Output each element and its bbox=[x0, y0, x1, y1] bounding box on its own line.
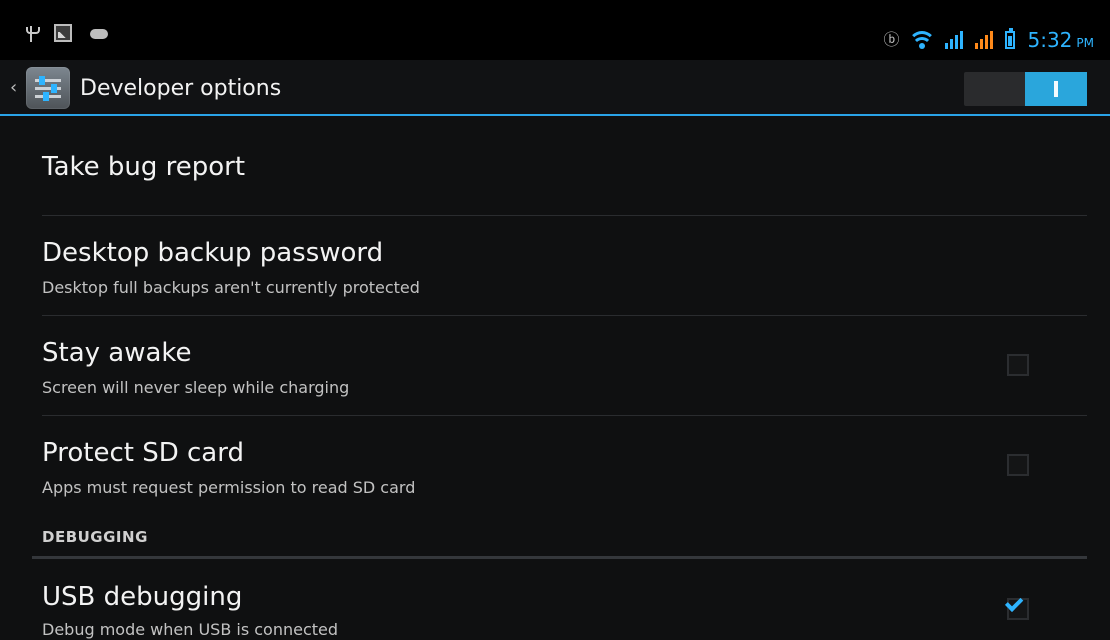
checkbox-stay-awake[interactable] bbox=[1007, 354, 1029, 376]
usb-icon bbox=[26, 24, 40, 42]
signal-icon bbox=[975, 31, 994, 49]
status-clock: 5:32 PM bbox=[1027, 28, 1094, 52]
chevron-left-icon[interactable]: ‹ bbox=[10, 78, 20, 98]
developer-options-toggle[interactable] bbox=[964, 72, 1087, 106]
gamepad-icon bbox=[90, 29, 108, 39]
section-divider bbox=[32, 556, 1087, 559]
checkbox-protect-sd-card[interactable] bbox=[1007, 454, 1029, 476]
preference-title: USB debugging bbox=[42, 582, 243, 612]
preference-title: Take bug report bbox=[42, 152, 246, 182]
list-item-desktop-backup-password[interactable]: Desktop backup password Desktop full bac… bbox=[0, 216, 1110, 316]
status-bar: ⓑ 5:32 PM bbox=[0, 0, 1110, 60]
clock-ampm: PM bbox=[1076, 36, 1094, 50]
toggle-handle bbox=[1054, 81, 1058, 97]
page-title: Developer options bbox=[80, 76, 282, 101]
preference-title: Stay awake bbox=[42, 338, 192, 368]
wifi-icon bbox=[911, 31, 934, 49]
list-item-take-bug-report[interactable]: Take bug report bbox=[0, 116, 1110, 216]
preference-title: Desktop backup password bbox=[42, 238, 384, 268]
settings-sliders-icon[interactable] bbox=[26, 67, 70, 109]
list-item-protect-sd-card[interactable]: Protect SD card Apps must request permis… bbox=[0, 416, 1110, 516]
checkbox-usb-debugging[interactable] bbox=[1004, 593, 1029, 620]
preferences-list: Take bug report Desktop backup password … bbox=[0, 116, 1110, 640]
status-bar-right-icons: ⓑ 5:32 PM bbox=[883, 28, 1094, 52]
section-header-debugging: DEBUGGING bbox=[42, 528, 148, 546]
checkmark-icon bbox=[1004, 593, 1024, 612]
preference-summary: Desktop full backups aren't currently pr… bbox=[42, 278, 420, 297]
status-bar-left-icons bbox=[26, 24, 108, 42]
image-notification-icon bbox=[54, 24, 72, 42]
toggle-on-state bbox=[1025, 72, 1087, 106]
list-item-stay-awake[interactable]: Stay awake Screen will never sleep while… bbox=[0, 316, 1110, 416]
signal-icon bbox=[945, 31, 964, 49]
battery-icon bbox=[1005, 28, 1016, 49]
bluetooth-icon: ⓑ bbox=[883, 30, 900, 49]
preference-title: Protect SD card bbox=[42, 438, 244, 468]
action-bar: ‹ Developer options bbox=[0, 60, 1110, 116]
preference-summary: Apps must request permission to read SD … bbox=[42, 478, 416, 497]
clock-time: 5:32 bbox=[1027, 28, 1073, 52]
list-item-usb-debugging[interactable]: USB debugging Debug mode when USB is con… bbox=[0, 560, 1110, 640]
preference-summary: Debug mode when USB is connected bbox=[42, 620, 339, 639]
preference-summary: Screen will never sleep while charging bbox=[42, 378, 350, 397]
device-screen: ⓑ 5:32 PM ‹ Developer options Take bug r… bbox=[0, 0, 1110, 640]
